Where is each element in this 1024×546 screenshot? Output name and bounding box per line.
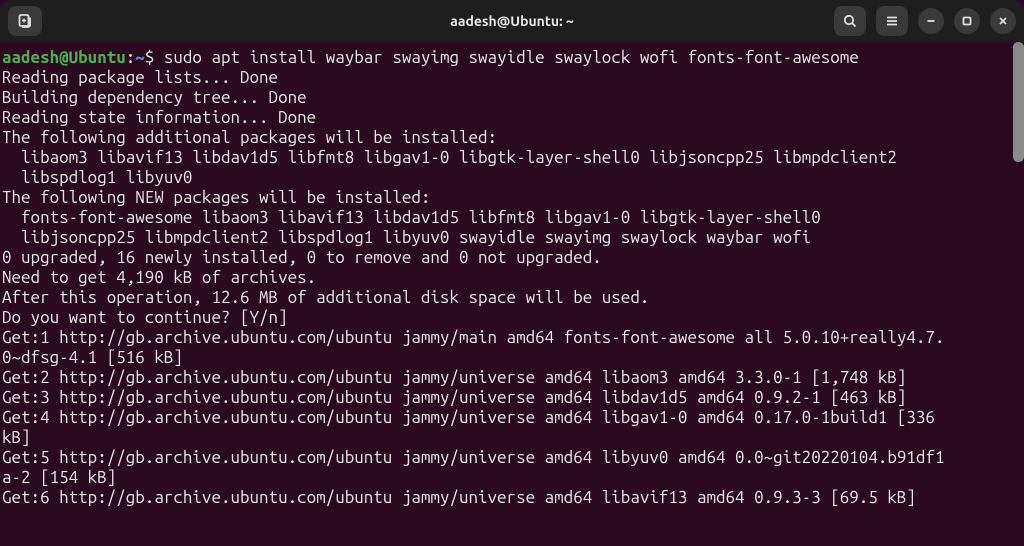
output-line: 0~dfsg-4.1 [516 kB] xyxy=(2,348,183,367)
output-line: libspdlog1 libyuv0 xyxy=(2,168,192,187)
output-line: libaom3 libavif13 libdav1d5 libfmt8 libg… xyxy=(2,148,897,167)
output-line: libjsoncpp25 libmpdclient2 libspdlog1 li… xyxy=(2,228,811,247)
output-line: 0 upgraded, 16 newly installed, 0 to rem… xyxy=(2,248,602,267)
output-line: Need to get 4,190 kB of archives. xyxy=(2,268,316,287)
minimize-button[interactable] xyxy=(918,8,944,34)
window-title: aadesh@Ubuntu: ~ xyxy=(450,13,573,29)
output-line: The following additional packages will b… xyxy=(2,128,497,147)
output-line: Reading state information... Done xyxy=(2,108,316,127)
titlebar: aadesh@Ubuntu: ~ xyxy=(0,0,1024,42)
output-line: Do you want to continue? [Y/n] xyxy=(2,308,288,327)
prompt-colon: : xyxy=(126,48,136,67)
prompt-user-host: aadesh@Ubuntu xyxy=(2,48,126,67)
output-line: Get:1 http://gb.archive.ubuntu.com/ubunt… xyxy=(2,328,944,347)
output-line: Reading package lists... Done xyxy=(2,68,278,87)
output-line: fonts-font-awesome libaom3 libavif13 lib… xyxy=(2,208,821,227)
output-line: a-2 [154 kB] xyxy=(2,468,116,487)
prompt-path: ~ xyxy=(135,48,145,67)
terminal-content: aadesh@Ubuntu:~$ sudo apt install waybar… xyxy=(2,48,1022,508)
output-line: Building dependency tree... Done xyxy=(2,88,307,107)
output-line: Get:6 http://gb.archive.ubuntu.com/ubunt… xyxy=(2,488,916,507)
output-line: Get:4 http://gb.archive.ubuntu.com/ubunt… xyxy=(2,408,935,427)
output-line: Get:2 http://gb.archive.ubuntu.com/ubunt… xyxy=(2,368,906,387)
close-button[interactable] xyxy=(990,8,1016,34)
scrollbar-thumb[interactable] xyxy=(1013,42,1024,162)
output-line: The following NEW packages will be insta… xyxy=(2,188,430,207)
menu-button[interactable] xyxy=(876,6,908,36)
titlebar-right xyxy=(834,6,1016,36)
search-button[interactable] xyxy=(834,6,866,36)
terminal-area[interactable]: aadesh@Ubuntu:~$ sudo apt install waybar… xyxy=(0,42,1024,546)
prompt-dollar: $ xyxy=(145,48,164,67)
maximize-button[interactable] xyxy=(954,8,980,34)
output-line: kB] xyxy=(2,428,31,447)
titlebar-left xyxy=(8,6,42,36)
command-text: sudo apt install waybar swayimg swayidle… xyxy=(164,48,859,67)
new-tab-button[interactable] xyxy=(8,6,42,36)
output-line: After this operation, 12.6 MB of additio… xyxy=(2,288,649,307)
output-line: Get:5 http://gb.archive.ubuntu.com/ubunt… xyxy=(2,448,944,467)
output-line: Get:3 http://gb.archive.ubuntu.com/ubunt… xyxy=(2,388,906,407)
